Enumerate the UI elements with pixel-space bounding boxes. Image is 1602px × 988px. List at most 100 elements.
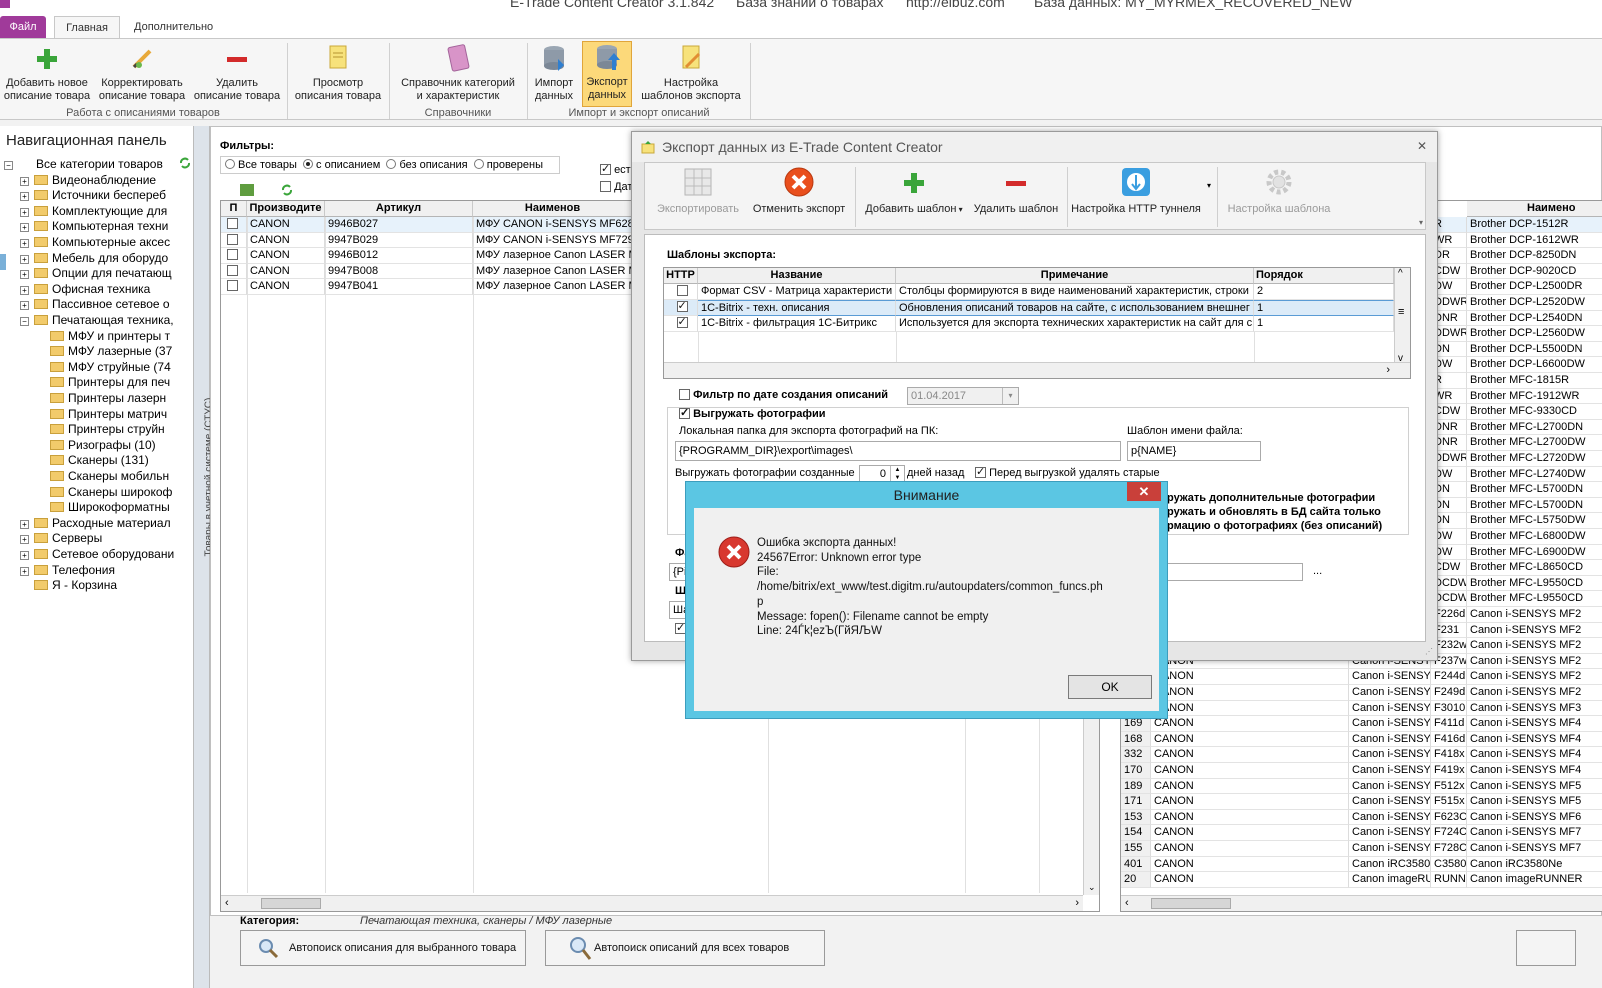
site-row-model[interactable]: Canon i-SENSYS MF512x <box>1349 778 1431 795</box>
tree-item[interactable]: Принтеры матрич <box>40 406 180 422</box>
export-templates-button[interactable]: Настройка шаблонов экспорта <box>636 43 746 103</box>
tree-item[interactable]: Сканеры широкоф <box>40 484 180 500</box>
expand-icon[interactable]: + <box>20 535 29 545</box>
site-row-name[interactable]: Brother MFC-1815R <box>1467 373 1602 389</box>
template-note[interactable]: Обновления описаний товаров на сайте, с … <box>896 300 1254 316</box>
site-row-name[interactable]: Brother MFC-L9550CD <box>1467 576 1602 592</box>
site-row-name[interactable]: Canon i-SENSYS MF4 <box>1467 716 1602 732</box>
site-row-id[interactable]: 171 <box>1121 794 1151 810</box>
template-name[interactable]: 1C-Bitrix - фильтрация 1С-Битрикс <box>698 316 896 332</box>
templates-vscroll[interactable]: ^ ≡ v <box>1394 268 1410 364</box>
tree-item[interactable]: Сканеры мобильн <box>40 468 180 484</box>
col-header-http[interactable]: HTTP <box>664 268 698 284</box>
site-grid-hscroll[interactable]: ‹ <box>1121 895 1602 911</box>
site-row-manufacturer[interactable]: CANON <box>1151 747 1349 763</box>
site-row-name[interactable]: Canon i-SENSYS MF2 <box>1467 685 1602 701</box>
date-filter-checkbox[interactable]: Фильтр по дате создания описаний <box>679 389 888 401</box>
site-row-name[interactable]: Brother MFC-L5700DN <box>1467 482 1602 498</box>
tree-item[interactable]: Ризографы (10) <box>40 437 180 453</box>
site-row-name[interactable]: Brother DCP-1612WR <box>1467 233 1602 249</box>
tab-main[interactable]: Главная <box>54 16 120 38</box>
export-run-button[interactable]: Экспортировать <box>653 165 743 215</box>
date-filter-input[interactable]: 01.04.2017 ▾ <box>907 387 1019 405</box>
expand-icon[interactable]: + <box>20 223 29 233</box>
site-row-name[interactable]: Canon i-SENSYS MF4 <box>1467 747 1602 763</box>
site-row-manufacturer[interactable]: CANON <box>1151 809 1349 826</box>
template-http-checkbox[interactable] <box>664 300 698 316</box>
tree-item[interactable]: МФУ струйные (74 <box>40 359 180 375</box>
site-row-name[interactable]: Canon imageRUNNER <box>1467 872 1602 888</box>
site-row-model[interactable]: Canon iRC3580Ne <box>1349 856 1431 873</box>
site-row-name[interactable]: Brother MFC-L2700DN <box>1467 420 1602 436</box>
import-button[interactable]: Импорт данных <box>530 43 578 103</box>
site-row-manufacturer[interactable]: CANON <box>1151 731 1349 748</box>
upload-photos-checkbox[interactable]: Выгружать фотографии <box>679 406 830 420</box>
site-row-model[interactable]: Canon imageRUNNER 14 <box>1349 872 1431 888</box>
site-row-manufacturer[interactable]: CANON <box>1151 778 1349 795</box>
col-header-order[interactable]: Порядок <box>1254 268 1394 284</box>
site-row-model[interactable]: Canon i-SENSYS MF419x <box>1349 763 1431 779</box>
filter-all-radio[interactable]: Все товары <box>225 159 297 171</box>
tree-item[interactable]: − Печатающая техника, <box>20 312 180 328</box>
site-row-id[interactable]: 168 <box>1121 731 1151 748</box>
row-article[interactable]: 9946B027 <box>325 217 473 233</box>
template-order[interactable]: 1 <box>1254 316 1394 332</box>
site-row-name[interactable]: Canon i-SENSYS MF7 <box>1467 825 1602 841</box>
site-row-name[interactable]: Brother DCP-L2540DN <box>1467 311 1602 327</box>
site-row-manufacturer[interactable]: CANON <box>1151 700 1349 717</box>
horizontal-scrollbar[interactable]: ‹ › <box>221 895 1083 911</box>
tree-item[interactable]: Принтеры для печ <box>40 374 180 390</box>
site-row-model[interactable]: Canon i-SENSYS MF515x <box>1349 794 1431 810</box>
row-manufacturer[interactable]: CANON <box>247 279 325 295</box>
tree-item[interactable]: + Компьютерная техни <box>20 218 180 234</box>
site-row-code[interactable]: C3580Ne <box>1431 856 1467 873</box>
row-article[interactable]: 9946B012 <box>325 248 473 264</box>
site-row-id[interactable]: 155 <box>1121 841 1151 857</box>
collapse-icon[interactable]: − <box>20 317 29 326</box>
row-manufacturer[interactable]: CANON <box>247 263 325 280</box>
tree-item[interactable]: + Источники беспереб <box>20 187 180 203</box>
site-row-code[interactable]: F724C <box>1431 825 1467 841</box>
template-name[interactable]: Формат CSV - Матрица характеристи <box>698 284 896 300</box>
site-row-name[interactable]: Brother MFC-9330CD <box>1467 404 1602 420</box>
site-row-name[interactable]: Canon i-SENSYS MF4 <box>1467 763 1602 779</box>
site-row-name[interactable]: Brother MFC-L5700DN <box>1467 498 1602 514</box>
site-row-model[interactable]: Canon i-SENSYS MF728C <box>1349 841 1431 857</box>
expand-icon[interactable]: + <box>20 551 29 560</box>
site-row-name[interactable]: Canon i-SENSYS MF4 <box>1467 732 1602 748</box>
add-template-button[interactable]: Добавить шаблон ▾ <box>861 165 967 215</box>
tab-file[interactable]: Файл <box>0 16 46 38</box>
site-row-code[interactable]: F728C <box>1431 841 1467 857</box>
site-row-name[interactable]: Canon i-SENSYS MF5 <box>1467 794 1602 810</box>
catalog-button[interactable]: Справочник категорий и характеристик <box>392 43 524 103</box>
site-row-name[interactable]: Canon iRC3580Ne <box>1467 857 1602 873</box>
site-row-name[interactable]: Brother MFC-1912WR <box>1467 389 1602 405</box>
site-row-manufacturer[interactable]: CANON <box>1151 856 1349 873</box>
refresh-icon[interactable] <box>178 156 192 170</box>
row-article[interactable]: 9947B008 <box>325 263 473 280</box>
edit-description-button[interactable]: Корректировать описание товара <box>96 43 188 103</box>
tree-item[interactable]: + Расходные материал <box>20 515 180 531</box>
template-http-checkbox[interactable] <box>664 316 698 332</box>
col-header-p[interactable]: П <box>221 201 247 217</box>
site-row-manufacturer[interactable]: CANON <box>1151 841 1349 857</box>
expand-icon[interactable]: + <box>20 566 29 576</box>
site-row-code[interactable]: F244d <box>1431 669 1467 685</box>
autosearch-all-button[interactable]: Автопоиск описаний для всех товаров <box>545 930 825 966</box>
site-row-name[interactable]: Canon i-SENSYS MF2 <box>1467 607 1602 623</box>
tree-item[interactable]: + Мебель для оборудо <box>20 250 180 266</box>
filter-right-exists[interactable]: ест <box>600 162 631 176</box>
filter-right-date[interactable]: Дат <box>600 181 632 193</box>
site-row-name[interactable]: Brother MFC-L5750DW <box>1467 513 1602 529</box>
site-row-name[interactable]: Canon i-SENSYS MF2 <box>1467 654 1602 670</box>
expand-icon[interactable]: + <box>20 207 29 217</box>
tree-item[interactable]: МФУ лазерные (37 <box>40 343 180 359</box>
template-name[interactable]: 1C-Bitrix - техн. описания <box>698 300 896 316</box>
tree-item[interactable]: Я - Корзина <box>20 577 180 593</box>
site-row-manufacturer[interactable]: CANON <box>1151 716 1349 732</box>
tree-item[interactable]: + Опции для печатающ <box>20 265 180 281</box>
site-row-code[interactable]: F418x <box>1431 747 1467 763</box>
site-row-id[interactable]: 332 <box>1121 747 1151 763</box>
site-row-name[interactable]: Brother DCP-L5500DN <box>1467 342 1602 358</box>
site-row-code[interactable]: F623C <box>1431 809 1467 826</box>
